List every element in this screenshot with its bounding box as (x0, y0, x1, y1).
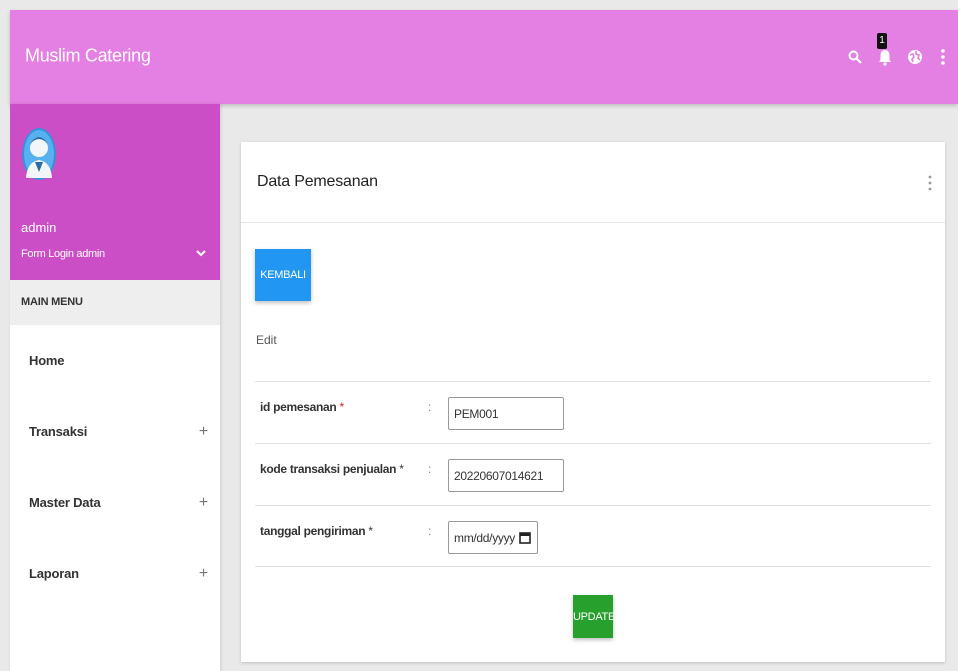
more-vert-icon[interactable] (931, 42, 955, 72)
data-pemesanan-card: Data Pemesanan KEMBALI Edit id pemesanan… (241, 142, 945, 662)
calendar-icon[interactable] (519, 531, 531, 544)
more-vert-icon[interactable] (927, 174, 933, 192)
sidebar-item-transaksi[interactable]: Transaksi + (10, 396, 220, 467)
tanggal-pengiriman-date-input[interactable]: mm/dd/yyyy (448, 521, 538, 554)
sidebar-item-home[interactable]: Home (10, 325, 220, 396)
update-button[interactable]: UPDATE (573, 595, 615, 638)
top-navbar: Muslim Catering 1 (10, 10, 958, 104)
sidebar: admin Form Login admin MAIN MENU Home Tr… (10, 104, 220, 671)
field-label: id pemesanan * (260, 400, 344, 414)
notification-badge: 1 (877, 33, 887, 49)
field-colon: : (428, 524, 432, 538)
field-label: kode transaksi penjualan * (260, 462, 404, 476)
bell-icon (879, 50, 891, 66)
plus-icon[interactable]: + (199, 494, 208, 512)
card-header: Data Pemesanan (241, 142, 945, 223)
sidebar-item-laporan[interactable]: Laporan + (10, 538, 220, 609)
back-button[interactable]: KEMBALI (255, 249, 311, 301)
plus-icon[interactable]: + (199, 423, 208, 441)
notification-button[interactable]: 1 (873, 33, 897, 72)
sidebar-item-label: Home (29, 353, 65, 368)
sidebar-item-master-data[interactable]: Master Data + (10, 467, 220, 538)
user-info-panel: admin Form Login admin (10, 104, 220, 280)
main-menu-header: MAIN MENU (10, 280, 220, 325)
field-colon: : (428, 462, 432, 476)
app: Muslim Catering 1 admin Form Login admin… (0, 0, 958, 671)
field-colon: : (428, 400, 432, 414)
form-row-tanggal-pengiriman: tanggal pengiriman * : mm/dd/yyyy (255, 505, 931, 567)
sidebar-item-label: Master Data (29, 495, 101, 510)
card-title: Data Pemesanan (257, 173, 378, 190)
globe-icon[interactable] (903, 42, 927, 72)
section-label: Edit (256, 333, 277, 347)
search-icon[interactable] (843, 42, 867, 72)
user-subtitle: Form Login admin (21, 248, 105, 260)
date-placeholder: mm/dd/yyyy (454, 530, 516, 545)
id-pemesanan-input[interactable]: PEM001 (448, 397, 564, 430)
field-label: tanggal pengiriman * (260, 524, 373, 538)
sidebar-item-label: Transaksi (29, 424, 88, 439)
form-row-id-pemesanan: id pemesanan * : PEM001 (255, 381, 931, 443)
brand-title[interactable]: Muslim Catering (25, 46, 151, 67)
plus-icon[interactable]: + (199, 565, 208, 583)
form-row-kode-transaksi: kode transaksi penjualan * : 20220607014… (255, 443, 931, 505)
chevron-down-icon[interactable] (194, 246, 208, 260)
sidebar-item-label: Laporan (29, 566, 79, 581)
user-avatar-icon[interactable] (21, 122, 57, 182)
kode-transaksi-input[interactable]: 20220607014621 (448, 459, 564, 492)
user-name: admin (21, 220, 57, 235)
